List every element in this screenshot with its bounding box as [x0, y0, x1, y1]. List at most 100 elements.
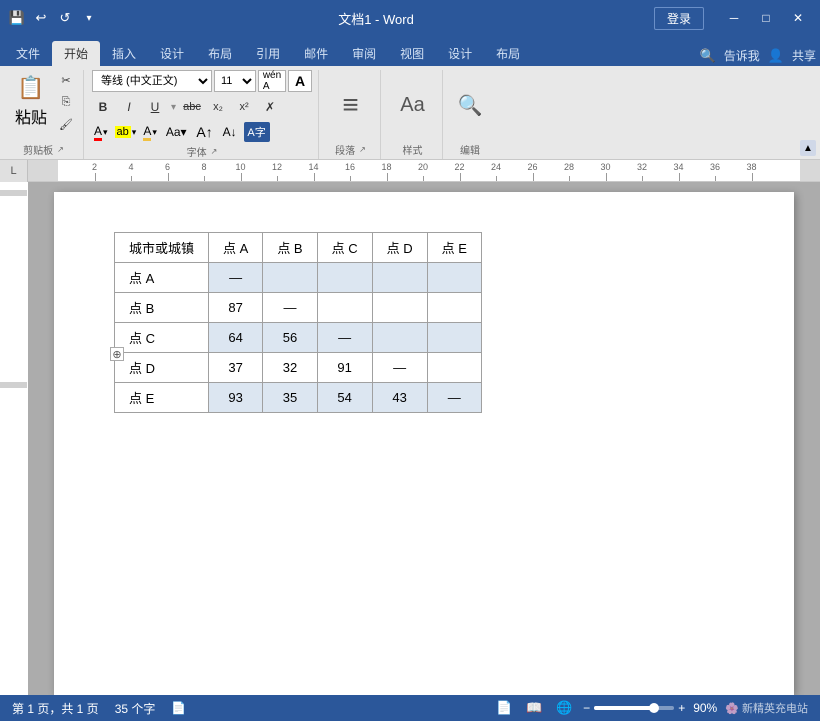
close-button[interactable]: ✕	[784, 4, 812, 32]
font-color-dropdown[interactable]: ▾	[103, 127, 108, 138]
login-button[interactable]: 登录	[654, 7, 704, 30]
tab-mailings[interactable]: 邮件	[292, 41, 340, 66]
cell-0-0: —	[209, 263, 263, 293]
table-move-handle[interactable]: ⊕	[110, 347, 124, 361]
zoom-out-button[interactable]: −	[583, 701, 590, 715]
titlebar-left: 💾 ↩ ↺ ▾	[8, 9, 98, 27]
highlight-dropdown[interactable]: ▾	[132, 127, 137, 138]
format-painter-button[interactable]: 🖌	[55, 114, 77, 134]
font-content: 等线 (中文正文) 11 wénA A B I U ▾ abc x₂ x² ✗	[92, 70, 312, 142]
superscript-button[interactable]: x²	[233, 97, 255, 117]
maximize-button[interactable]: □	[752, 4, 780, 32]
print-view-button[interactable]: 📄	[493, 698, 515, 718]
font-size-inc[interactable]: A↑	[194, 122, 216, 142]
tab-design2[interactable]: 设计	[436, 41, 484, 66]
share-icon: 👤	[768, 48, 784, 64]
clipboard-label: 剪贴板 ↗	[10, 140, 77, 157]
search-label[interactable]: 告诉我	[724, 47, 760, 64]
font-color-icon: A	[94, 124, 102, 141]
paragraph-expand-icon[interactable]: ↗	[359, 145, 366, 154]
tab-references[interactable]: 引用	[244, 41, 292, 66]
ribbon-body: 📋 粘贴 ✂ ⎘ 🖌 剪贴板 ↗ 等线 (中文正文) 11 wé	[0, 66, 820, 160]
paragraph-content: ≡	[327, 70, 374, 140]
table-row: 点 D373291—	[115, 353, 482, 383]
ruler: L 2468101214161820222426283032343638	[0, 160, 820, 182]
cut-button[interactable]: ✂	[55, 70, 77, 90]
tab-file[interactable]: 文件	[4, 41, 52, 66]
underline-button[interactable]: U	[144, 97, 166, 117]
wen-button[interactable]: wénA	[258, 70, 286, 92]
font-size-select[interactable]: 11	[214, 70, 256, 92]
cell-0-1	[263, 263, 317, 293]
bold-button[interactable]: B	[92, 97, 114, 117]
text-color-dropdown[interactable]: ▾	[152, 127, 157, 138]
cell-3-4	[427, 353, 481, 383]
cell-2-2: —	[317, 323, 372, 353]
aa-button[interactable]: Aa▾	[162, 124, 191, 140]
font-size-dec[interactable]: A↓	[219, 122, 241, 142]
table-row: 点 E93355443—	[115, 383, 482, 413]
row-label: 点 A	[115, 263, 209, 293]
font-top-row: 等线 (中文正文) 11 wénA A	[92, 70, 312, 92]
redo-icon[interactable]: ↺	[56, 9, 74, 27]
zoom-thumb[interactable]	[649, 703, 659, 713]
italic-button[interactable]: I	[118, 97, 140, 117]
style-icon[interactable]: Aa	[391, 83, 435, 127]
document-area: ⊕ 城市或城镇 点 A 点 B 点 C 点 D 点 E 点 A—点 B87—点 …	[0, 182, 820, 695]
cell-1-0: 87	[209, 293, 263, 323]
zoom-in-button[interactable]: +	[678, 701, 685, 715]
tab-layout2[interactable]: 布局	[484, 41, 532, 66]
ribbon-tabs: 文件 开始 插入 设计 布局 引用 邮件 审阅 视图 设计 布局 🔍 告诉我 👤…	[0, 36, 820, 66]
page-info: 第 1 页，共 1 页	[12, 700, 99, 717]
save-icon[interactable]: 💾	[8, 9, 26, 27]
highlight-icon: ab	[115, 126, 131, 138]
cell-1-1: —	[263, 293, 317, 323]
editing-content: 🔍	[451, 70, 489, 140]
cell-4-4: —	[427, 383, 481, 413]
fontA-button[interactable]: A	[288, 70, 312, 92]
font-name-select[interactable]: 等线 (中文正文)	[92, 70, 212, 92]
document-scroll: ⊕ 城市或城镇 点 A 点 B 点 C 点 D 点 E 点 A—点 B87—点 …	[28, 182, 820, 695]
strikethrough-button[interactable]: abc	[181, 97, 203, 117]
font-color-button[interactable]: A ▾	[92, 123, 110, 142]
tab-review[interactable]: 审阅	[340, 41, 388, 66]
share-label[interactable]: 共享	[792, 47, 816, 64]
paragraph-icon[interactable]: ≡	[329, 83, 373, 127]
highlight-button[interactable]: ab ▾	[113, 125, 139, 139]
search-icon: 🔍	[700, 48, 716, 64]
clipboard-side: ✂ ⎘ 🖌	[55, 70, 77, 134]
zoom-fill	[594, 706, 652, 710]
tab-view[interactable]: 视图	[388, 41, 436, 66]
char-button[interactable]: A字	[244, 122, 270, 142]
clear-format-button[interactable]: ✗	[259, 97, 281, 117]
more-icon[interactable]: ▾	[80, 9, 98, 27]
undo-icon[interactable]: ↩	[32, 9, 50, 27]
editing-icon[interactable]: 🔍	[452, 87, 488, 123]
subscript-button[interactable]: x₂	[207, 97, 229, 117]
text-color-button[interactable]: A ▾	[141, 123, 159, 142]
paste-button[interactable]: 📋 粘贴	[10, 70, 52, 130]
font-label: 字体 ↗	[92, 142, 312, 159]
web-view-button[interactable]: 🌐	[553, 698, 575, 718]
tab-insert[interactable]: 插入	[100, 41, 148, 66]
collapse-ribbon-button[interactable]: ▲	[800, 140, 816, 156]
cell-4-3: 43	[372, 383, 427, 413]
read-view-button[interactable]: 📖	[523, 698, 545, 718]
ribbon-collapse-area: ▲	[800, 70, 816, 159]
copy-button[interactable]: ⎘	[55, 92, 77, 112]
font-expand-icon[interactable]: ↗	[211, 147, 218, 156]
tab-home[interactable]: 开始	[52, 41, 100, 66]
tab-layout[interactable]: 布局	[196, 41, 244, 66]
table-row: 点 C6456—	[115, 323, 482, 353]
title-bar: 💾 ↩ ↺ ▾ 文档1 - Word 登录 ─ □ ✕	[0, 0, 820, 36]
minimize-button[interactable]: ─	[720, 4, 748, 32]
paste-label: 粘贴	[15, 104, 47, 128]
zoom-track[interactable]	[594, 706, 674, 710]
header-c: 点 C	[317, 233, 372, 263]
cell-4-2: 54	[317, 383, 372, 413]
tab-design[interactable]: 设计	[148, 41, 196, 66]
cell-0-2	[317, 263, 372, 293]
zoom-bar: − +	[583, 701, 685, 715]
clipboard-expand-icon[interactable]: ↗	[57, 145, 64, 154]
document-page: ⊕ 城市或城镇 点 A 点 B 点 C 点 D 点 E 点 A—点 B87—点 …	[54, 192, 794, 695]
